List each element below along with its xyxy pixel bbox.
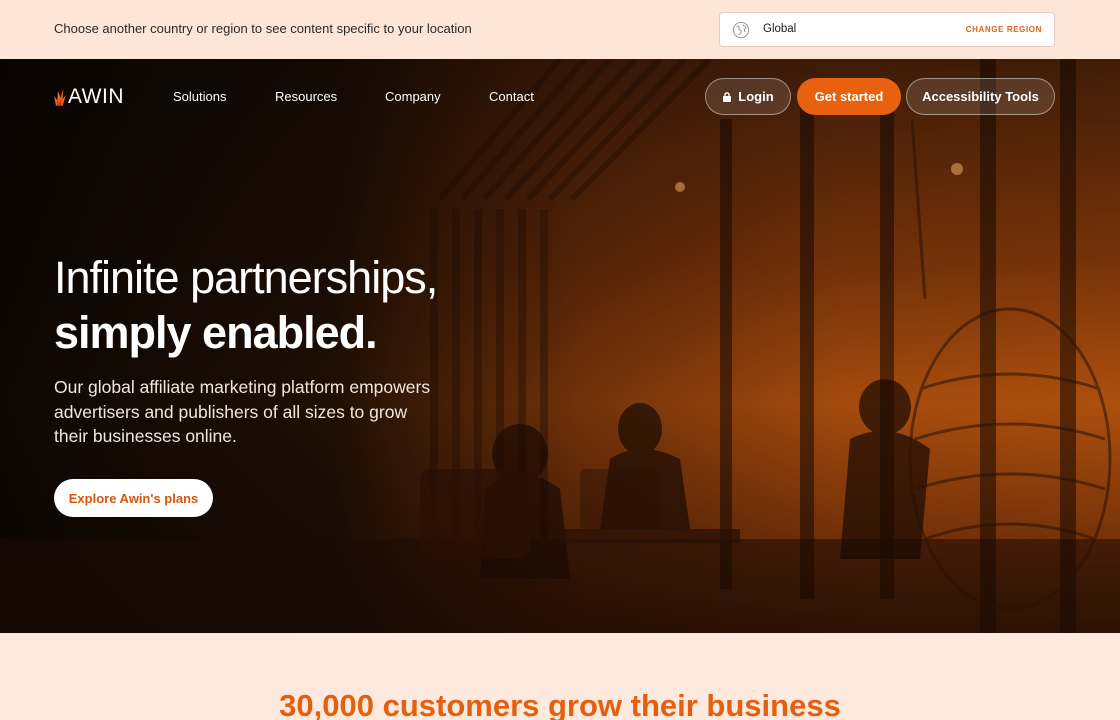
lock-icon [723,92,732,102]
nav-contact[interactable]: Contact [489,89,534,104]
awin-logo[interactable]: AWIN [54,81,124,113]
hero-headline-line1: Infinite partnerships, [54,252,438,303]
change-region-link[interactable]: CHANGE REGION [966,25,1042,34]
globe-icon [732,21,750,39]
hero-section: AWIN Solutions Resources Company Contact… [0,59,1120,633]
awin-logo-flame [54,88,66,106]
nav-resources[interactable]: Resources [275,89,337,104]
nav-solutions[interactable]: Solutions [173,89,226,104]
region-message: Choose another country or region to see … [54,21,472,36]
top-navigation: AWIN Solutions Resources Company Contact… [0,59,1120,135]
region-selector[interactable]: Global CHANGE REGION [719,12,1055,47]
logo-wordmark: AWIN [67,85,124,108]
explore-plans-button[interactable]: Explore Awin's plans [54,479,213,517]
customers-heading: 30,000 customers grow their business [279,688,841,720]
region-bar: Choose another country or region to see … [0,0,1120,59]
hero-headline-line2: simply enabled. [54,307,378,358]
accessibility-tools-button[interactable]: Accessibility Tools [906,78,1055,115]
login-label: Login [738,89,774,104]
get-started-button[interactable]: Get started [797,78,901,115]
login-button[interactable]: Login [705,78,791,115]
selected-region: Global [763,23,797,35]
hero-subcopy: Our global affiliate marketing platform … [54,377,431,446]
nav-company[interactable]: Company [385,89,441,104]
